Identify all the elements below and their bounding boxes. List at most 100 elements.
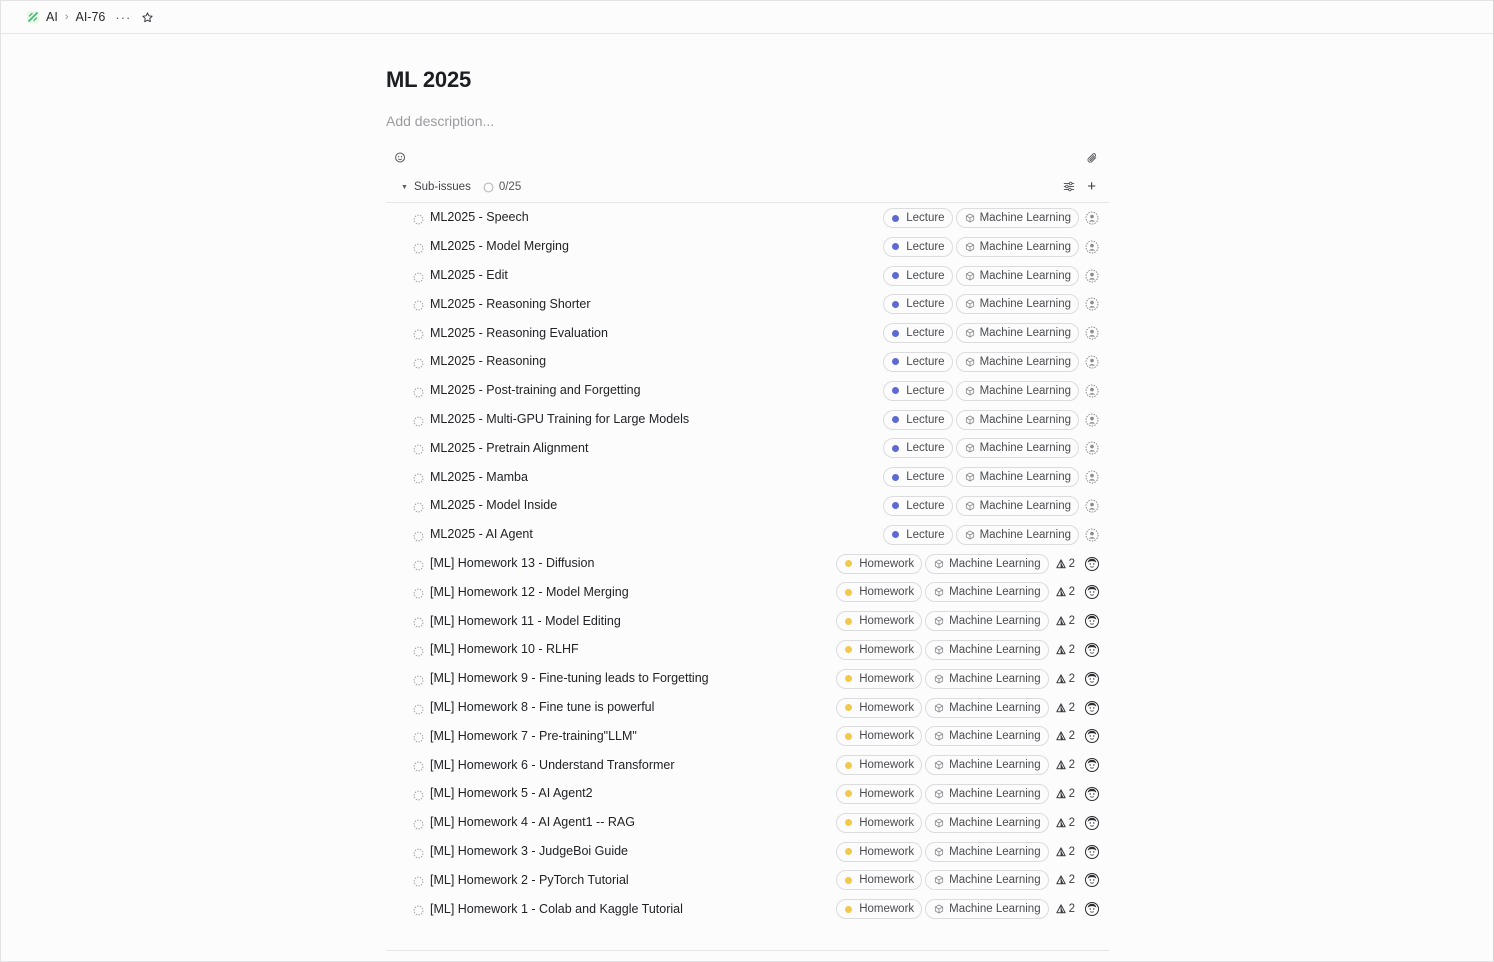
- sub-issue-title[interactable]: ML2025 - Reasoning Shorter: [430, 297, 591, 311]
- sub-issue-row[interactable]: ML2025 - Edit Lecture Machine Learning: [386, 261, 1109, 290]
- backlog-status-icon[interactable]: [413, 730, 424, 748]
- assignee-avatar[interactable]: [1085, 815, 1099, 830]
- backlog-status-icon[interactable]: [413, 644, 424, 662]
- project-chip[interactable]: Machine Learning: [955, 294, 1079, 315]
- sub-issue-title[interactable]: [ML] Homework 3 - JudgeBoi Guide: [430, 844, 628, 858]
- sub-issue-row[interactable]: ML2025 - Reasoning Lecture Machine Learnin…: [386, 347, 1109, 376]
- unassigned-avatar-icon[interactable]: [1085, 326, 1099, 340]
- attachment-icon[interactable]: [1086, 151, 1098, 169]
- project-chip[interactable]: Machine Learning: [955, 495, 1079, 516]
- assignee-avatar[interactable]: [1085, 873, 1099, 888]
- sub-issue-row[interactable]: ML2025 - Mamba Lecture Machine Learning: [386, 462, 1109, 491]
- sub-issue-row[interactable]: ML2025 - Pretrain Alignment Lecture Machin…: [386, 433, 1109, 462]
- sub-issue-row[interactable]: [ML] Homework 13 - Diffusion Homework Mach…: [386, 549, 1109, 578]
- unassigned-avatar-icon[interactable]: [1085, 470, 1099, 484]
- project-chip[interactable]: Machine Learning: [955, 351, 1079, 372]
- collapse-caret-icon[interactable]: ▼: [401, 184, 408, 191]
- sub-issue-title[interactable]: [ML] Homework 9 - Fine-tuning leads to F…: [430, 671, 709, 685]
- project-chip[interactable]: Machine Learning: [925, 899, 1049, 920]
- sub-issue-title[interactable]: [ML] Homework 2 - PyTorch Tutorial: [430, 873, 629, 887]
- project-chip[interactable]: Machine Learning: [925, 755, 1049, 776]
- breadcrumb-issue-id[interactable]: AI-76: [75, 10, 105, 24]
- unassigned-avatar-icon[interactable]: [1085, 441, 1099, 455]
- sub-issue-row[interactable]: [ML] Homework 4 - AI Agent1 -- RAG Homewo…: [386, 808, 1109, 837]
- unassigned-avatar-icon[interactable]: [1085, 297, 1099, 311]
- label-chip[interactable]: Homework: [836, 668, 923, 689]
- assignee-avatar[interactable]: [1085, 556, 1099, 571]
- assignee-avatar[interactable]: [1085, 786, 1099, 801]
- label-chip[interactable]: Lecture: [883, 380, 953, 401]
- backlog-status-icon[interactable]: [413, 442, 424, 460]
- unassigned-avatar-icon[interactable]: [1085, 384, 1099, 398]
- backlog-status-icon[interactable]: [413, 615, 424, 633]
- backlog-status-icon[interactable]: [413, 327, 424, 345]
- issue-title[interactable]: ML 2025: [386, 66, 1109, 93]
- sub-issue-title[interactable]: ML2025 - Pretrain Alignment: [430, 441, 588, 455]
- assignee-avatar[interactable]: [1085, 758, 1099, 773]
- unassigned-avatar-icon[interactable]: [1085, 499, 1099, 513]
- unassigned-avatar-icon[interactable]: [1085, 413, 1099, 427]
- assignee-avatar[interactable]: [1085, 844, 1099, 859]
- estimate[interactable]: 2: [1055, 903, 1075, 915]
- sub-issue-row[interactable]: ML2025 - Reasoning Evaluation Lecture Mach…: [386, 318, 1109, 347]
- sub-issue-title[interactable]: [ML] Homework 7 - Pre-training"LLM": [430, 729, 637, 743]
- label-chip[interactable]: Homework: [836, 812, 923, 833]
- sub-issue-row[interactable]: [ML] Homework 8 - Fine tune is powerful H…: [386, 693, 1109, 722]
- label-chip[interactable]: Homework: [836, 870, 923, 891]
- estimate[interactable]: 2: [1055, 846, 1075, 858]
- sub-issue-row[interactable]: ML2025 - AI Agent Lecture Machine Learning: [386, 520, 1109, 549]
- estimate[interactable]: 2: [1055, 817, 1075, 829]
- sub-issue-title[interactable]: [ML] Homework 12 - Model Merging: [430, 585, 629, 599]
- backlog-status-icon[interactable]: [413, 759, 424, 777]
- label-chip[interactable]: Lecture: [883, 208, 953, 228]
- breadcrumb-team[interactable]: AI: [46, 10, 58, 24]
- backlog-status-icon[interactable]: [413, 702, 424, 720]
- assignee-avatar[interactable]: [1085, 642, 1099, 657]
- backlog-status-icon[interactable]: [413, 673, 424, 691]
- sub-issue-title[interactable]: [ML] Homework 8 - Fine tune is powerful: [430, 700, 654, 714]
- sub-issue-row[interactable]: ML2025 - Multi-GPU Training for Large Mo…: [386, 405, 1109, 434]
- project-chip[interactable]: Machine Learning: [955, 438, 1079, 459]
- sub-issue-title[interactable]: ML2025 - Multi-GPU Training for Large Mo…: [430, 412, 689, 426]
- label-chip[interactable]: Homework: [836, 611, 923, 632]
- sub-issue-title[interactable]: [ML] Homework 1 - Colab and Kaggle Tutor…: [430, 902, 683, 916]
- project-chip[interactable]: Machine Learning: [955, 265, 1079, 286]
- label-chip[interactable]: Homework: [836, 582, 923, 603]
- sub-issue-row[interactable]: [ML] Homework 1 - Colab and Kaggle Tutor…: [386, 894, 1109, 923]
- sub-issue-row[interactable]: [ML] Homework 10 - RLHF Homework Machine L…: [386, 635, 1109, 664]
- sub-issue-title[interactable]: [ML] Homework 4 - AI Agent1 -- RAG: [430, 815, 635, 829]
- estimate[interactable]: 2: [1055, 702, 1075, 714]
- sub-issue-row[interactable]: [ML] Homework 5 - AI Agent2 Homework Machi…: [386, 779, 1109, 808]
- sub-issue-title[interactable]: ML2025 - Reasoning Evaluation: [430, 326, 608, 340]
- unassigned-avatar-icon[interactable]: [1085, 528, 1099, 542]
- project-chip[interactable]: Machine Learning: [925, 639, 1049, 660]
- backlog-status-icon[interactable]: [413, 817, 424, 835]
- assignee-avatar[interactable]: [1085, 729, 1099, 744]
- display-options-icon[interactable]: [1063, 181, 1075, 195]
- backlog-status-icon[interactable]: [413, 471, 424, 489]
- more-options-icon[interactable]: ···: [115, 10, 131, 25]
- project-chip[interactable]: Machine Learning: [925, 697, 1049, 718]
- estimate[interactable]: 2: [1055, 759, 1075, 771]
- assignee-avatar[interactable]: [1085, 585, 1099, 600]
- unassigned-avatar-icon[interactable]: [1085, 355, 1099, 369]
- sub-issue-title[interactable]: ML2025 - Speech: [430, 210, 529, 224]
- project-chip[interactable]: Machine Learning: [955, 236, 1079, 257]
- assignee-avatar[interactable]: [1085, 700, 1099, 715]
- unassigned-avatar-icon[interactable]: [1085, 269, 1099, 283]
- project-chip[interactable]: Machine Learning: [925, 783, 1049, 804]
- estimate[interactable]: 2: [1055, 874, 1075, 886]
- backlog-status-icon[interactable]: [413, 270, 424, 288]
- star-icon[interactable]: [141, 11, 154, 24]
- label-chip[interactable]: Lecture: [883, 409, 953, 430]
- estimate[interactable]: 2: [1055, 788, 1075, 800]
- sub-issue-row[interactable]: ML2025 - Model Inside Lecture Machine Lear…: [386, 491, 1109, 520]
- sub-issue-title[interactable]: [ML] Homework 13 - Diffusion: [430, 556, 594, 570]
- sub-issue-title[interactable]: ML2025 - AI Agent: [430, 527, 533, 541]
- estimate[interactable]: 2: [1055, 673, 1075, 685]
- label-chip[interactable]: Lecture: [883, 438, 953, 459]
- project-chip[interactable]: Machine Learning: [925, 726, 1049, 747]
- sub-issue-row[interactable]: ML2025 - Post-training and Forgetting Lec…: [386, 376, 1109, 405]
- label-chip[interactable]: Homework: [836, 755, 923, 776]
- sub-issue-row[interactable]: [ML] Homework 11 - Model Editing Homework…: [386, 606, 1109, 635]
